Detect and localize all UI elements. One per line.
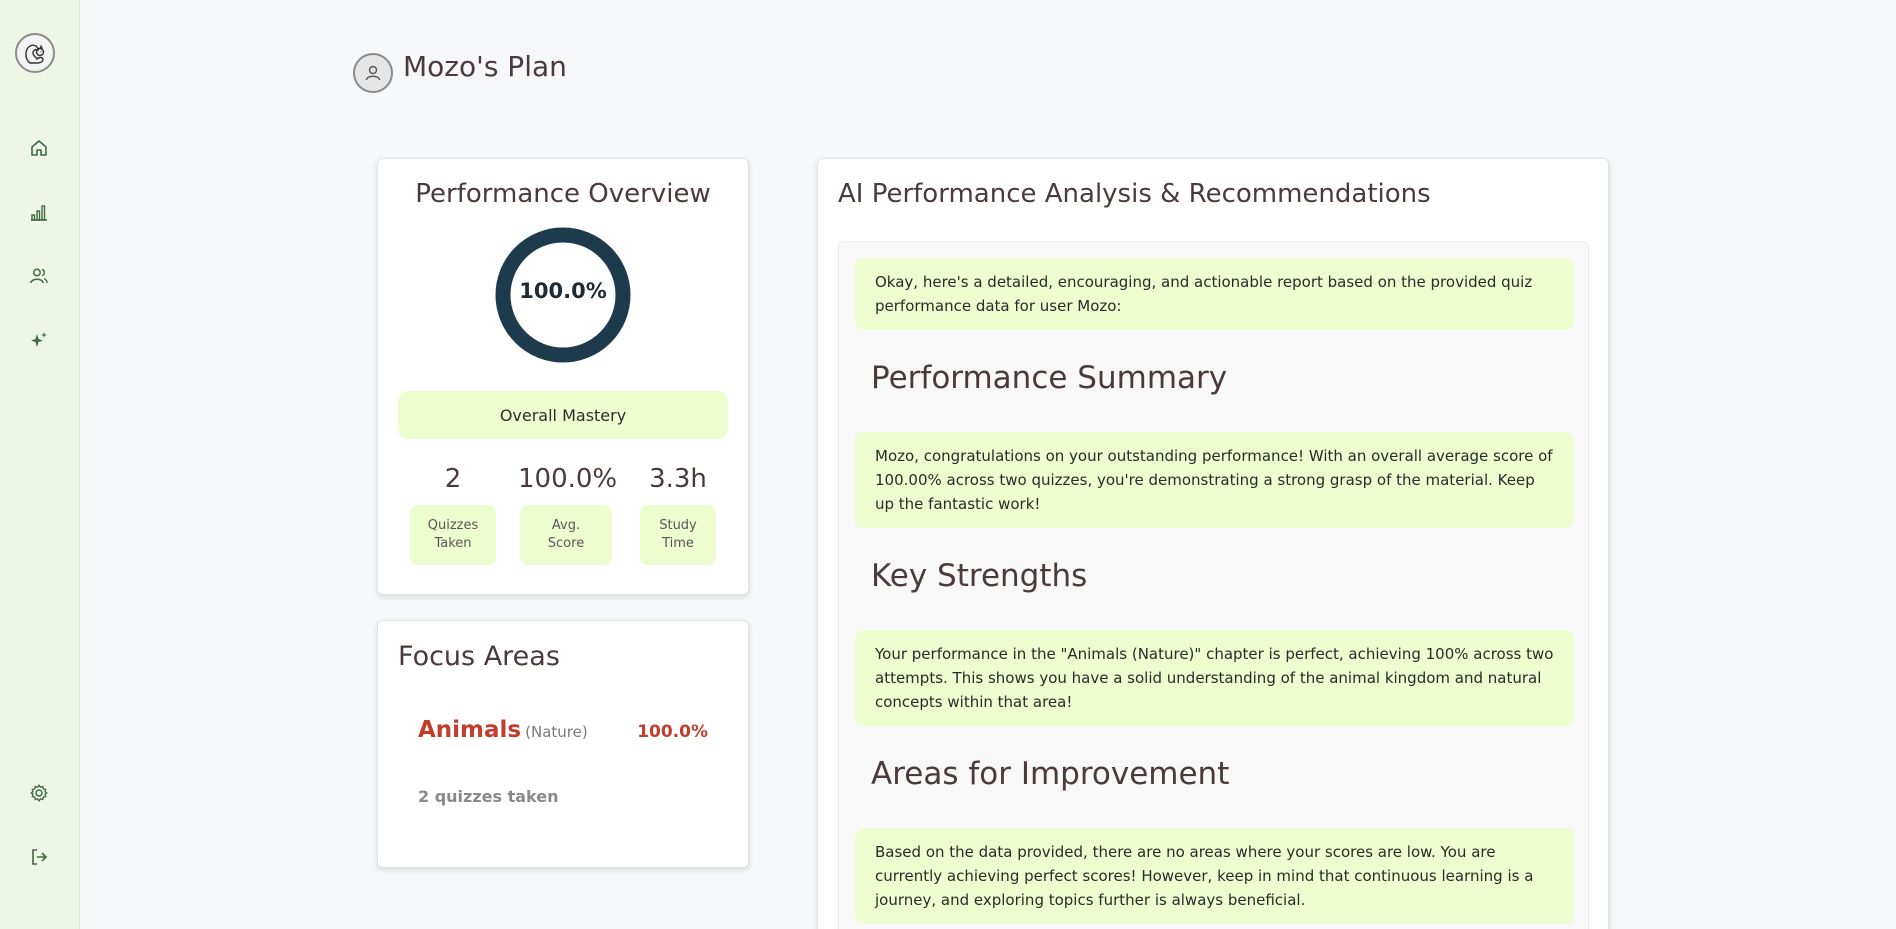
logout-icon[interactable]	[27, 845, 51, 869]
focus-topic-category: (Nature)	[525, 723, 588, 741]
stat-value: 3.3h	[649, 464, 707, 494]
focus-areas-title: Focus Areas	[398, 641, 560, 672]
page-title: Mozo's Plan	[403, 50, 567, 83]
users-icon[interactable]	[27, 264, 51, 288]
stat-avg-score: 100.0% Avg. Score	[518, 461, 618, 565]
bar-chart-icon[interactable]	[27, 200, 51, 224]
summary-text: Mozo, congratulations on your outstandin…	[855, 432, 1574, 528]
stat-value: 2	[444, 464, 462, 494]
ai-analysis-card: AI Performance Analysis & Recommendation…	[817, 158, 1609, 929]
improvement-text: Based on the data provided, there are no…	[855, 828, 1574, 924]
focus-areas-card: Focus Areas Animals (Nature) 100.0% 2 qui…	[377, 620, 749, 868]
overall-mastery-label: Overall Mastery	[398, 391, 728, 439]
stat-label: Avg. Score	[520, 505, 612, 565]
strengths-heading: Key Strengths	[871, 558, 1088, 594]
mastery-percent: 100.0%	[519, 279, 607, 303]
performance-overview-card: Performance Overview 100.0% Overall Mast…	[377, 158, 749, 595]
focus-topic[interactable]: Animals (Nature)	[418, 717, 588, 743]
sparkles-icon[interactable]	[27, 328, 51, 352]
stat-label: Study Time	[640, 505, 716, 565]
sidebar	[0, 0, 80, 929]
performance-overview-title: Performance Overview	[415, 179, 711, 209]
stat-study-time: 3.3h Study Time	[640, 461, 716, 565]
gear-icon[interactable]	[27, 781, 51, 805]
mastery-ring: 100.0%	[495, 227, 631, 363]
summary-heading: Performance Summary	[871, 360, 1228, 396]
user-avatar-icon[interactable]	[353, 53, 393, 93]
focus-topic-score: 100.0%	[637, 722, 708, 742]
focus-quiz-count: 2 quizzes taken	[418, 787, 559, 806]
squirrel-logo-icon[interactable]	[15, 33, 55, 73]
ai-analysis-title: AI Performance Analysis & Recommendation…	[838, 179, 1431, 209]
stat-quizzes-taken: 2 Quizzes Taken	[410, 461, 496, 565]
stat-value: 100.0%	[518, 464, 618, 494]
home-icon[interactable]	[27, 136, 51, 160]
ai-intro-text: Okay, here's a detailed, encouraging, an…	[855, 258, 1574, 330]
strengths-text: Your performance in the "Animals (Nature…	[855, 630, 1574, 726]
focus-topic-name: Animals	[418, 717, 522, 743]
ai-report-panel[interactable]: Okay, here's a detailed, encouraging, an…	[838, 241, 1589, 929]
stat-label: Quizzes Taken	[410, 505, 496, 565]
improvement-heading: Areas for Improvement	[871, 756, 1230, 792]
